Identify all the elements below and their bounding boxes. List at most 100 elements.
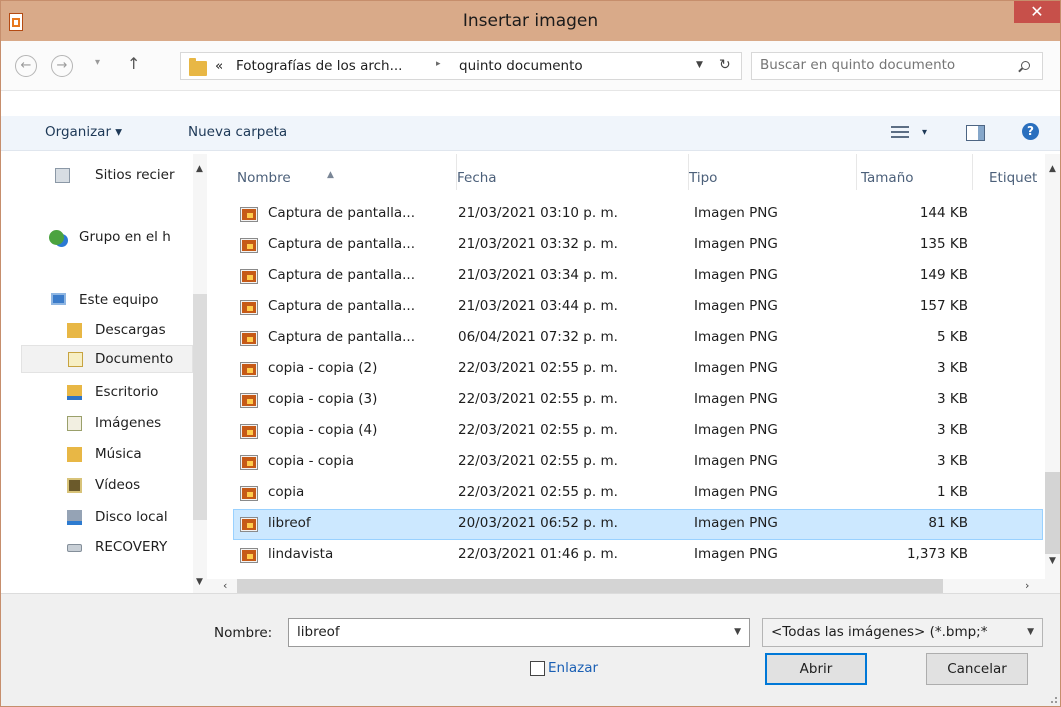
scroll-down-arrow-icon[interactable]: ▼: [1049, 556, 1056, 566]
horizontal-scroll-thumb[interactable]: [237, 579, 943, 593]
command-bar: Organizar ▾ Nueva carpeta ▾ ?: [1, 116, 1060, 151]
search-box[interactable]: [751, 52, 1043, 80]
file-row[interactable]: lindavista 22/03/2021 01:46 p. m. Imagen…: [233, 540, 1043, 571]
file-row[interactable]: Captura de pantalla... 21/03/2021 03:32 …: [233, 230, 1043, 261]
drive-icon: [67, 544, 82, 552]
column-header-size[interactable]: Tamaño: [857, 154, 973, 190]
column-header-date[interactable]: Fecha: [457, 154, 689, 190]
address-row: ← → ▾ ↑ « Fotografías de los arch... ▸ q…: [1, 41, 1060, 91]
file-row[interactable]: copia - copia (2) 22/03/2021 02:55 p. m.…: [233, 354, 1043, 385]
address-bar[interactable]: « Fotografías de los arch... ▸ quinto do…: [180, 52, 742, 80]
column-header-name[interactable]: Nombre ▲: [221, 154, 457, 190]
scroll-right-arrow-icon[interactable]: ›: [1025, 579, 1029, 592]
back-button[interactable]: ←: [15, 55, 37, 77]
file-row[interactable]: Captura de pantalla... 21/03/2021 03:10 …: [233, 199, 1043, 230]
file-row-selected[interactable]: libreof 20/03/2021 06:52 p. m. Imagen PN…: [233, 509, 1043, 540]
preview-pane-icon[interactable]: [966, 125, 985, 141]
refresh-icon[interactable]: ↻: [719, 57, 731, 73]
file-name: Captura de pantalla...: [268, 236, 416, 252]
nav-item-label: Documento: [95, 351, 174, 367]
view-options-icon[interactable]: [891, 125, 909, 139]
file-row[interactable]: Captura de pantalla... 06/04/2021 07:32 …: [233, 323, 1043, 354]
breadcrumb-separator-icon[interactable]: ▸: [436, 59, 441, 69]
scroll-down-arrow-icon[interactable]: ▼: [196, 577, 203, 587]
file-size: 81 KB: [928, 515, 968, 531]
filename-input[interactable]: [297, 624, 717, 640]
nav-item-label: Este equipo: [79, 292, 159, 308]
file-type: Imagen PNG: [694, 236, 778, 252]
file-size: 1 KB: [937, 484, 968, 500]
forward-button[interactable]: →: [51, 55, 73, 77]
title-bar[interactable]: Insertar imagen ✕: [1, 1, 1060, 41]
nav-item-documents[interactable]: Documento: [21, 345, 193, 373]
chevron-down-icon[interactable]: ▼: [1027, 627, 1034, 637]
file-date: 06/04/2021 07:32 p. m.: [458, 329, 618, 345]
filename-combobox[interactable]: ▼: [288, 618, 750, 647]
nav-item-recovery[interactable]: RECOVERY: [67, 534, 193, 562]
file-row[interactable]: copia - copia 22/03/2021 02:55 p. m. Ima…: [233, 447, 1043, 478]
nav-item-videos[interactable]: Vídeos: [67, 472, 193, 500]
scroll-up-arrow-icon[interactable]: ▲: [1049, 164, 1056, 174]
file-row[interactable]: copia - copia (3) 22/03/2021 02:55 p. m.…: [233, 385, 1043, 416]
nav-item-label: Imágenes: [95, 415, 162, 431]
file-list-vertical-scrollbar[interactable]: ▲ ▼: [1045, 154, 1060, 593]
nav-item-music[interactable]: Música: [67, 441, 193, 469]
nav-item-pictures[interactable]: Imágenes: [67, 410, 193, 438]
png-file-icon: [240, 548, 258, 563]
nav-scroll-thumb[interactable]: [193, 294, 207, 520]
new-folder-button[interactable]: Nueva carpeta: [188, 124, 287, 140]
address-dropdown-icon[interactable]: ▼: [696, 60, 703, 70]
nav-item-recent-places[interactable]: Sitios recier: [55, 162, 195, 190]
scroll-up-arrow-icon[interactable]: ▲: [196, 164, 203, 174]
close-button[interactable]: ✕: [1014, 1, 1060, 23]
nav-item-homegroup[interactable]: Grupo en el h: [49, 224, 193, 252]
breadcrumb-segment-photos[interactable]: Fotografías de los arch...: [236, 58, 402, 74]
recent-places-icon: [55, 168, 70, 183]
scroll-left-arrow-icon[interactable]: ‹: [223, 579, 227, 592]
column-header-type[interactable]: Tipo: [689, 154, 857, 190]
nav-item-this-pc[interactable]: Este equipo: [51, 287, 195, 315]
up-one-level-button[interactable]: ↑: [127, 54, 140, 73]
help-icon[interactable]: ?: [1022, 123, 1039, 140]
file-type-select[interactable]: <Todas las imágenes> (*.bmp;* ▼: [762, 618, 1043, 647]
file-name: Captura de pantalla...: [268, 298, 416, 314]
search-icon[interactable]: [1021, 61, 1030, 70]
nav-item-downloads[interactable]: Descargas: [67, 317, 193, 345]
nav-item-label: Música: [95, 446, 142, 462]
link-checkbox[interactable]: [530, 661, 545, 676]
file-type: Imagen PNG: [694, 298, 778, 314]
organize-button[interactable]: Organizar ▾: [45, 124, 122, 140]
file-name: Captura de pantalla...: [268, 329, 416, 345]
file-date: 20/03/2021 06:52 p. m.: [458, 515, 618, 531]
nav-item-desktop[interactable]: Escritorio: [67, 379, 193, 407]
pictures-folder-icon: [67, 416, 82, 431]
nav-item-local-disk[interactable]: Disco local: [67, 504, 193, 532]
png-file-icon: [240, 424, 258, 439]
file-type: Imagen PNG: [694, 360, 778, 376]
vertical-scroll-thumb[interactable]: [1045, 472, 1060, 554]
file-row[interactable]: Captura de pantalla... 21/03/2021 03:44 …: [233, 292, 1043, 323]
nav-scrollbar[interactable]: ▲ ▼: [193, 154, 207, 593]
file-row[interactable]: copia 22/03/2021 02:55 p. m. Imagen PNG …: [233, 478, 1043, 509]
file-type: Imagen PNG: [694, 391, 778, 407]
file-row[interactable]: copia - copia (4) 22/03/2021 02:55 p. m.…: [233, 416, 1043, 447]
file-list-horizontal-scrollbar[interactable]: ‹ ›: [207, 579, 1045, 593]
cancel-button[interactable]: Cancelar: [926, 653, 1028, 685]
column-header-label: Fecha: [457, 170, 497, 186]
file-date: 21/03/2021 03:32 p. m.: [458, 236, 618, 252]
resize-grip-icon[interactable]: [1047, 693, 1057, 703]
recent-locations-chevron-icon[interactable]: ▾: [95, 57, 100, 68]
breadcrumb-overflow[interactable]: «: [215, 58, 223, 74]
column-header-label: Tamaño: [861, 170, 914, 186]
link-checkbox-label[interactable]: Enlazar: [548, 660, 598, 676]
search-input[interactable]: [760, 57, 1010, 73]
computer-icon: [51, 293, 66, 305]
column-header-tags[interactable]: Etiquet: [973, 154, 1043, 190]
chevron-down-icon[interactable]: ▼: [734, 627, 741, 637]
breadcrumb-segment-current[interactable]: quinto documento: [459, 58, 583, 74]
view-dropdown-icon[interactable]: ▾: [922, 127, 927, 138]
nav-item-label: Vídeos: [95, 477, 141, 493]
file-size: 157 KB: [919, 298, 968, 314]
open-button[interactable]: Abrir: [765, 653, 867, 685]
file-row[interactable]: Captura de pantalla... 21/03/2021 03:34 …: [233, 261, 1043, 292]
